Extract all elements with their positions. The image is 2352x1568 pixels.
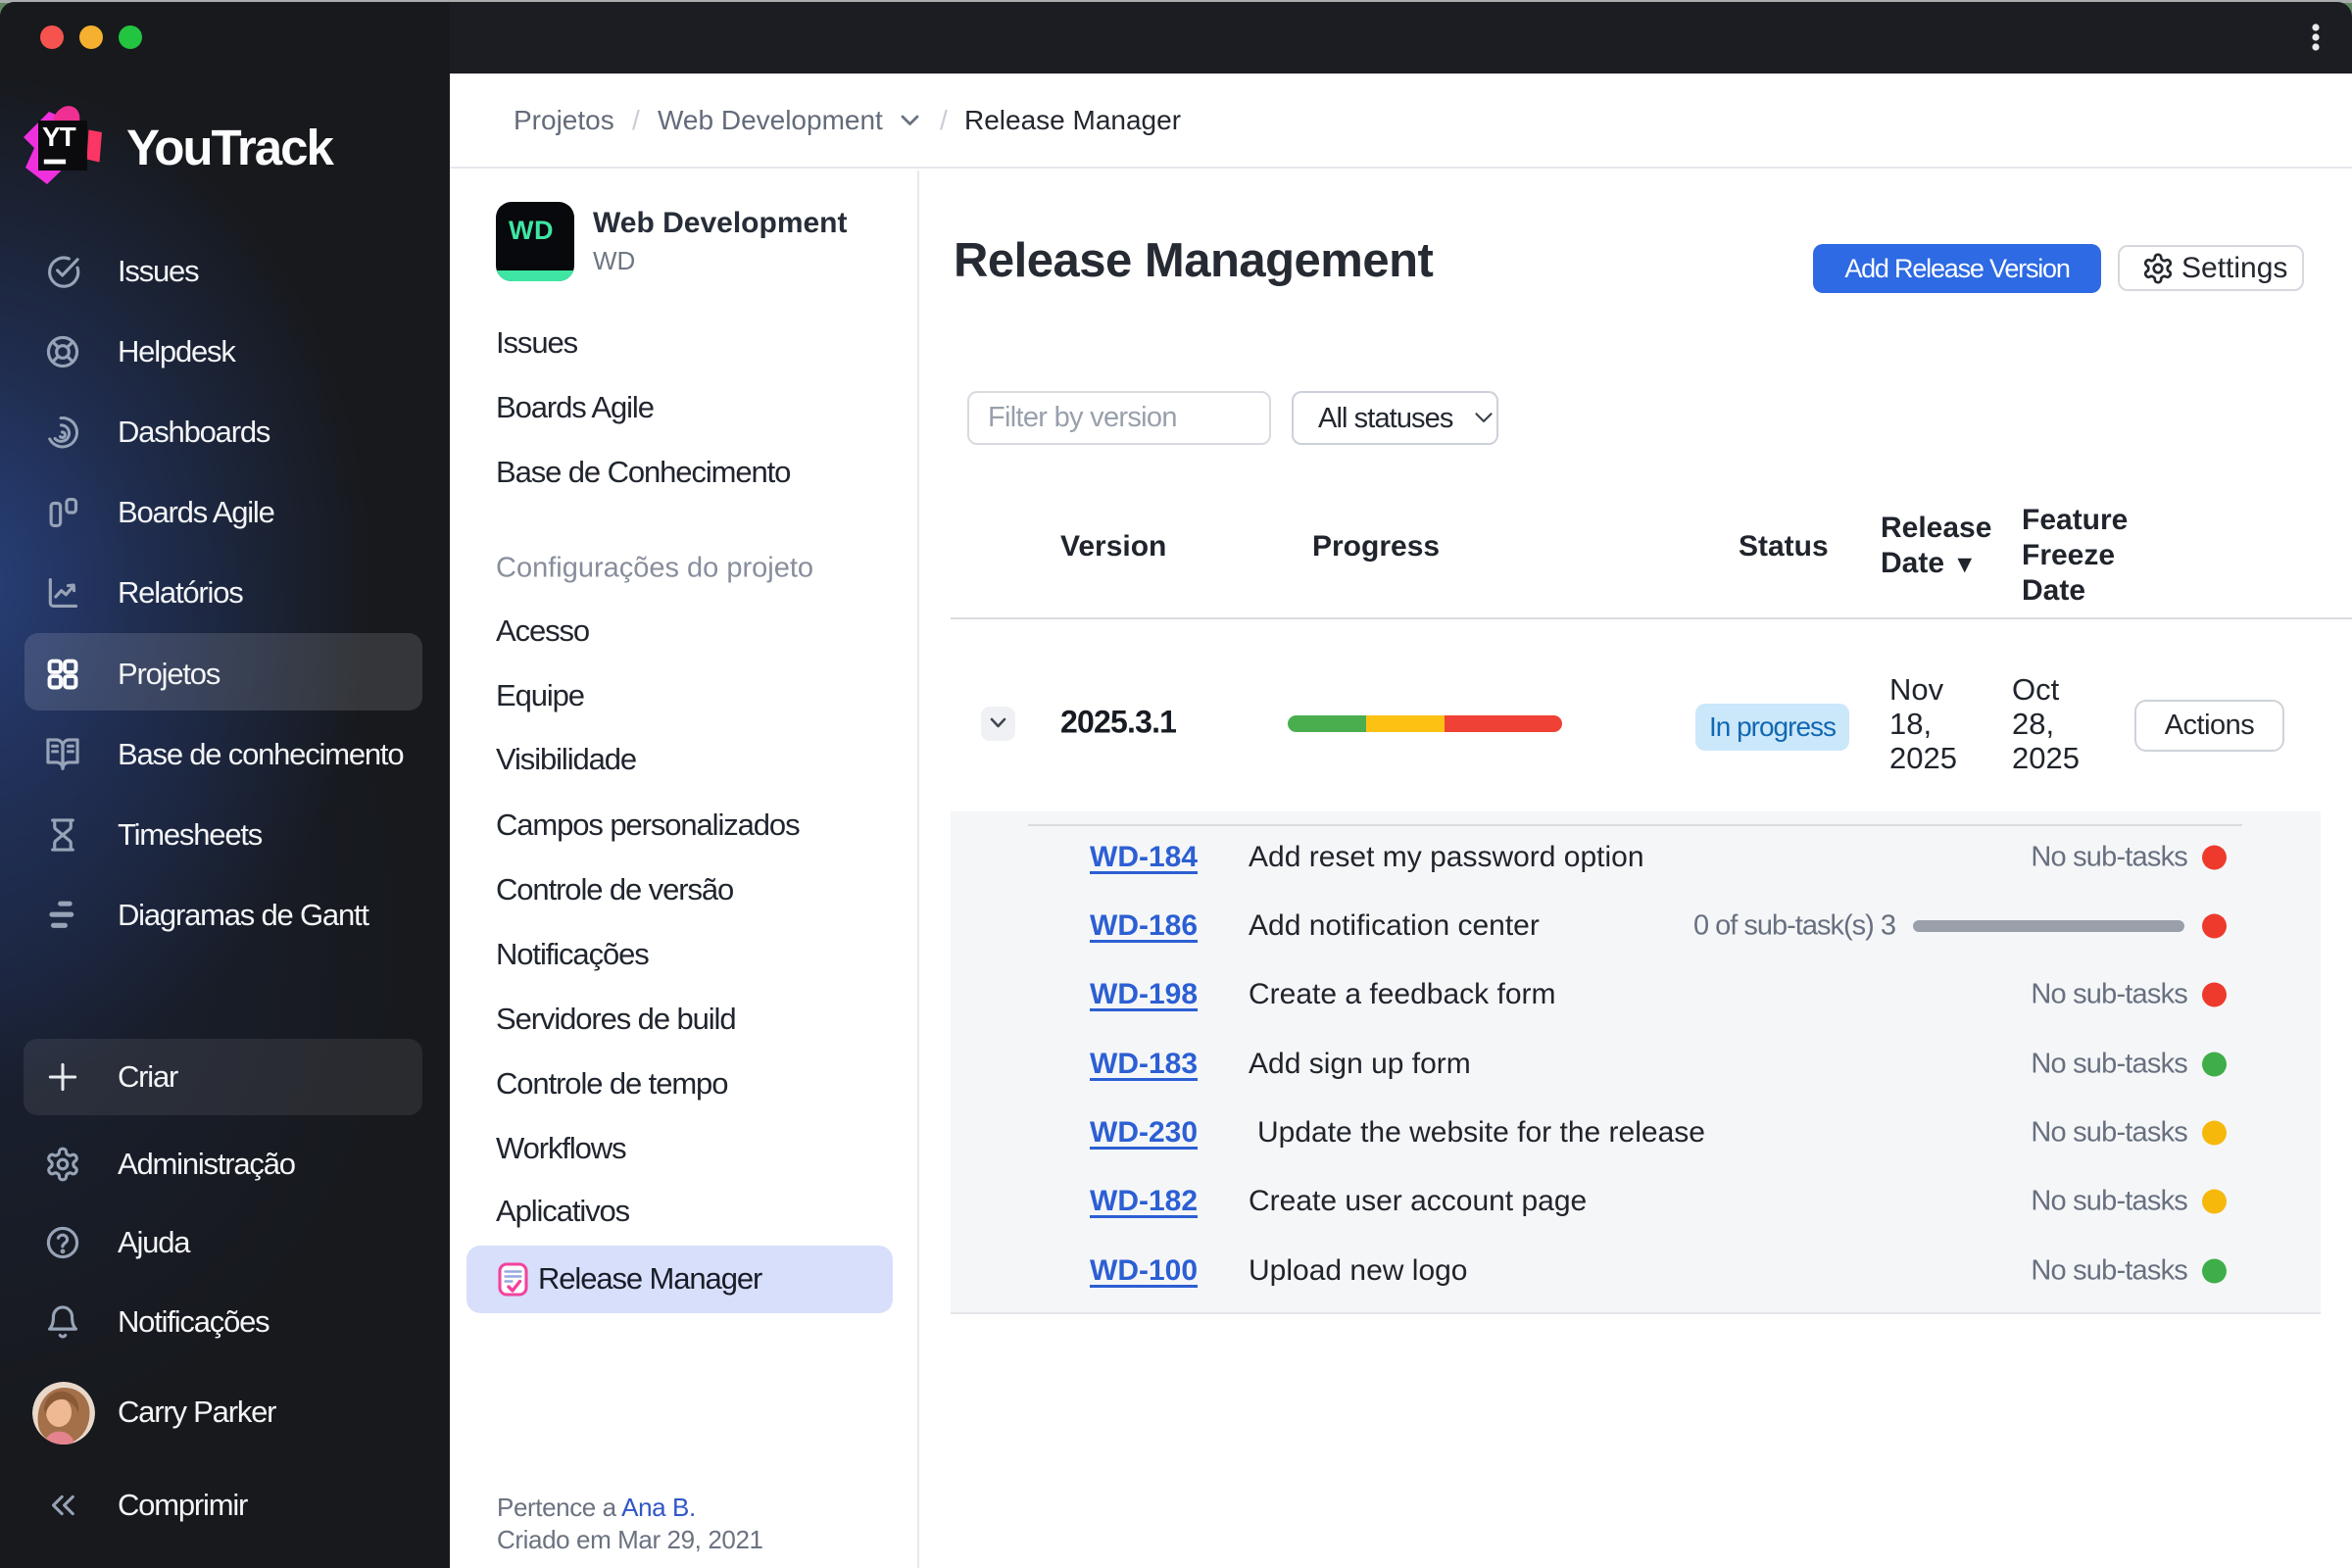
svg-text:YT: YT — [42, 122, 76, 152]
